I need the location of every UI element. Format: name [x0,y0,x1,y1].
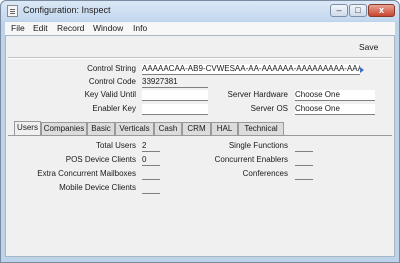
title-bar[interactable]: Configuration: Inspect – □ x [1,1,399,21]
mobile-device-clients-field[interactable] [142,183,160,194]
window-title: Configuration: Inspect [23,5,111,15]
enabler-key-field[interactable] [142,104,208,115]
document-icon [7,5,18,17]
enabler-key-label: Enabler Key [92,104,136,113]
control-code-field[interactable]: 33927381 [142,77,208,88]
extra-concurrent-mailboxes-field[interactable] [142,169,160,180]
pos-device-clients-label: POS Device Clients [65,155,136,164]
tab-verticals[interactable]: Verticals [115,122,154,135]
menu-edit[interactable]: Edit [33,23,48,33]
menu-bar: File Edit Record Window Info [5,22,395,35]
control-string-field[interactable]: AAAAACAA-AB9-CVWESAA-AA-AAAAAA-AAAAAAAAA… [142,64,360,75]
extra-concurrent-mailboxes-label: Extra Concurrent Mailboxes [37,169,136,178]
save-button[interactable]: Save [359,42,378,52]
menu-info[interactable]: Info [133,23,147,33]
tab-technical[interactable]: Technical [238,122,284,135]
tab-divider [8,135,392,136]
control-code-label: Control Code [88,77,136,86]
record-content: Save Control String AAAAACAA-AB9-CVWESAA… [5,35,395,257]
mobile-device-clients-label: Mobile Device Clients [59,183,136,192]
minimize-button[interactable]: – [330,4,348,17]
tab-companies[interactable]: Companies [41,122,87,135]
close-button[interactable]: x [368,4,395,17]
concurrent-enablers-field[interactable] [295,155,313,166]
conferences-label: Conferences [242,169,288,178]
concurrent-enablers-label: Concurrent Enablers [214,155,288,164]
menu-window[interactable]: Window [93,23,123,33]
server-os-field[interactable]: Choose One [295,104,375,115]
tab-users[interactable]: Users [14,121,41,135]
server-hardware-field[interactable]: Choose One [295,90,375,101]
key-valid-until-field[interactable] [142,90,208,101]
arrow-right-icon[interactable] [360,67,364,73]
total-users-label: Total Users [95,141,136,150]
control-string-label: Control String [87,64,136,73]
menu-record[interactable]: Record [57,23,84,33]
configuration-window: Configuration: Inspect – □ x File Edit R… [0,0,400,263]
server-hardware-label: Server Hardware [227,90,288,99]
tab-basic[interactable]: Basic [87,122,115,135]
tab-hal[interactable]: HAL [211,122,238,135]
single-functions-label: Single Functions [228,141,288,150]
server-os-label: Server OS [250,104,288,113]
tab-cash[interactable]: Cash [154,122,182,135]
conferences-field[interactable] [295,169,313,180]
tab-crm[interactable]: CRM [182,122,211,135]
total-users-field[interactable]: 2 [142,141,160,152]
menu-file[interactable]: File [11,23,25,33]
maximize-button[interactable]: □ [349,4,367,17]
toolbar-divider [8,57,392,59]
pos-device-clients-field[interactable]: 0 [142,155,160,166]
single-functions-field[interactable] [295,141,313,152]
key-valid-until-label: Key Valid Until [84,90,136,99]
